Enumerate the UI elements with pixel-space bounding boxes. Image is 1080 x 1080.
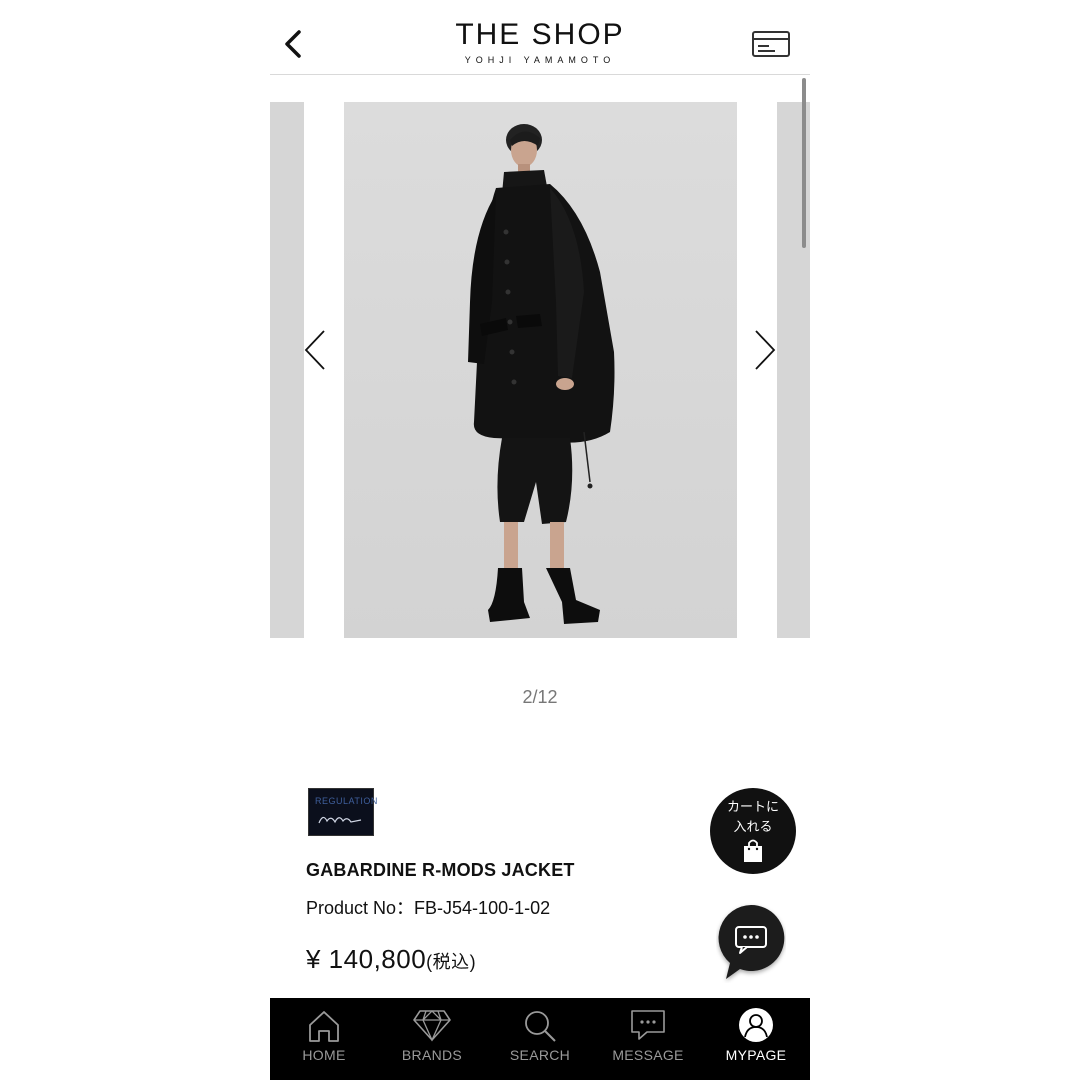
- price-tax-label: (税込): [426, 952, 477, 972]
- product-image[interactable]: [344, 102, 737, 638]
- chevron-left-icon: [304, 330, 325, 370]
- add-to-cart-button[interactable]: カートに 入れる: [710, 788, 796, 874]
- chat-bubble-icon: [718, 904, 785, 979]
- app-header: THE SHOP YOHJI YAMAMOTO: [270, 0, 810, 75]
- product-name: GABARDINE R-MODS JACKET: [306, 860, 575, 880]
- add-to-cart-label: カートに 入れる: [710, 797, 796, 837]
- search-icon: [525, 1011, 556, 1042]
- credit-card-icon: [752, 31, 790, 57]
- price-value: ¥ 140,800: [306, 944, 427, 974]
- previous-image-peek[interactable]: [270, 102, 304, 638]
- nav-search[interactable]: SEARCH: [486, 998, 594, 1080]
- nav-brands-label: BRANDS: [401, 1047, 463, 1063]
- product-image-carousel[interactable]: [270, 102, 810, 638]
- nav-message[interactable]: MESSAGE: [594, 998, 702, 1080]
- shop-title: THE SHOP: [455, 18, 625, 51]
- page-scrollbar[interactable]: [802, 78, 806, 248]
- shop-subtitle: YOHJI YAMAMOTO: [464, 55, 616, 65]
- add-to-cart-line1: カートに: [726, 799, 779, 814]
- nav-home-label: HOME: [302, 1047, 346, 1063]
- user-icon: [739, 1008, 773, 1042]
- credit-card-button[interactable]: [751, 30, 791, 58]
- brand-logo-text: REGULATION: [315, 796, 378, 806]
- image-counter: 2/12: [522, 687, 558, 707]
- nav-mypage[interactable]: MYPAGE: [702, 998, 810, 1080]
- shopping-bag-icon: [744, 839, 762, 862]
- product-price: ¥ 140,800(税込): [306, 944, 476, 975]
- nav-message-label: MESSAGE: [612, 1047, 684, 1063]
- add-to-cart-line2: 入れる: [733, 819, 773, 834]
- app-frame: THE SHOP YOHJI YAMAMOTO 2/12 REGULATION …: [270, 0, 810, 1080]
- product-number: Product No：FB-J54-100-1-02: [306, 898, 551, 918]
- bottom-navigation: HOME BRANDS SEARCH MESSAGE MYPAGE: [270, 998, 810, 1080]
- nav-brands[interactable]: BRANDS: [378, 998, 486, 1080]
- carousel-next-button[interactable]: [750, 328, 778, 372]
- message-icon: [631, 1010, 665, 1040]
- nav-home[interactable]: HOME: [270, 998, 378, 1080]
- brand-logo[interactable]: REGULATION: [308, 788, 377, 836]
- chat-button[interactable]: [716, 903, 786, 983]
- carousel-prev-button[interactable]: [302, 328, 330, 372]
- nav-mypage-label: MYPAGE: [725, 1047, 787, 1063]
- signature-mark: [318, 816, 362, 824]
- chevron-right-icon: [755, 330, 776, 370]
- diamond-icon: [413, 1010, 451, 1042]
- home-icon: [309, 1011, 339, 1042]
- model-wearing-jacket-image: [468, 124, 615, 624]
- nav-search-label: SEARCH: [509, 1047, 571, 1063]
